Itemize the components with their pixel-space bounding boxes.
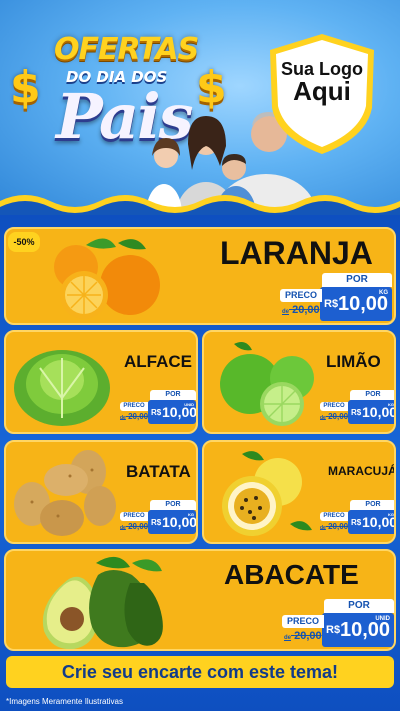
old-prefix: de	[320, 525, 326, 531]
product-name: LARANJA	[220, 235, 373, 271]
avocado-icon	[43, 556, 163, 649]
price-box: R$ 10,00 UNID	[148, 400, 196, 424]
title-ofertas: OFERTAS	[54, 32, 199, 67]
unit-label: KG	[379, 290, 388, 296]
old-price-value: 20,00	[128, 522, 149, 531]
old-price: de 20,00	[120, 412, 148, 421]
unit-label: UNID	[184, 402, 194, 407]
old-price: de 20,00	[282, 304, 320, 316]
currency: R$	[326, 624, 341, 636]
cta-banner[interactable]: Crie seu encarte com este tema!	[6, 656, 394, 688]
product-name: BATATA	[126, 462, 191, 481]
price-tag: POR R$ 10,00 KG PRECO de 20,00	[318, 390, 394, 428]
product-card-abacate[interactable]: ABACATE POR R$ 10,00 UNID PRECO de 20,00	[4, 549, 396, 651]
currency: R$	[151, 408, 162, 417]
price-tag: POR R$ 10,00 KG PRECO de 20,00	[318, 500, 394, 538]
price-box: R$ 10,00 KG	[148, 510, 196, 534]
logo-placeholder: Sua Logo Aqui	[262, 58, 382, 106]
price-box: R$ 10,00 UNID	[322, 613, 394, 647]
currency: R$	[351, 408, 362, 417]
currency: R$	[351, 518, 362, 527]
product-card-batata[interactable]: BATATA POR R$ 10,00 KG PRECO de 20,00	[4, 440, 198, 544]
product-name: LIMÃO	[326, 352, 381, 371]
price-box: R$ 10,00 KG	[348, 400, 394, 424]
old-prefix: de	[120, 525, 126, 531]
preco-label: PRECO	[320, 512, 348, 521]
price-value: 10,00	[340, 619, 391, 641]
product-card-limao[interactable]: LIMÃO POR R$ 10,00 KG PRECO de 20,00	[202, 330, 396, 434]
product-card-laranja[interactable]: LARANJA POR R$ 10,00 KG PRECO de 20,00	[4, 227, 396, 325]
old-price-value: 20,00	[294, 630, 322, 642]
price-tag: POR R$ 10,00 KG PRECO de 20,00	[118, 500, 196, 538]
passion-fruit-icon	[222, 451, 312, 536]
product-name: ABACATE	[224, 559, 359, 590]
price-tag: POR R$ 10,00 UNID PRECO de 20,00	[278, 599, 394, 649]
product-card-maracuja[interactable]: MARACUJÁ POR R$ 10,00 KG PRECO de 20,00	[202, 440, 396, 544]
product-name: ALFACE	[124, 352, 192, 371]
dollar-sign-left-icon: $	[10, 62, 41, 113]
por-label: POR	[350, 500, 394, 510]
unit-label: KG	[188, 512, 194, 517]
por-label: POR	[150, 390, 196, 400]
unit-label: KG	[388, 512, 394, 517]
header-wave-divider	[0, 195, 400, 215]
preco-label: PRECO	[120, 402, 148, 411]
price-tag: POR R$ 10,00 UNID PRECO de 20,00	[118, 390, 196, 428]
price-box: R$ 10,00 KG	[348, 510, 394, 534]
price-value: 10,00	[338, 293, 389, 315]
orange-icon	[54, 238, 160, 319]
potato-icon	[14, 450, 116, 536]
old-prefix: de	[284, 635, 292, 641]
product-name: MARACUJÁ	[328, 464, 396, 478]
old-price: de 20,00	[120, 522, 148, 531]
por-label: POR	[350, 390, 394, 400]
old-prefix: de	[320, 415, 326, 421]
old-price-value: 20,00	[328, 522, 349, 531]
currency: R$	[324, 298, 339, 310]
unit-label: UNID	[375, 616, 390, 622]
logo-line2: Aqui	[293, 76, 351, 106]
lime-icon	[220, 342, 314, 426]
old-price: de 20,00	[320, 412, 348, 421]
unit-label: KG	[388, 402, 394, 407]
preco-label: PRECO	[280, 289, 322, 302]
product-card-alface[interactable]: ALFACE POR R$ 10,00 UNID PRECO de 20,00	[4, 330, 198, 434]
old-prefix: de	[282, 309, 290, 315]
por-label: POR	[150, 500, 196, 510]
header-banner: $ $ OFERTAS DO DIA DOS Pais Sua Logo Aqu…	[0, 0, 400, 215]
por-label: POR	[322, 273, 392, 287]
footnote: *Imagens Meramente Ilustrativas	[6, 697, 123, 706]
discount-badge: -50%	[8, 232, 40, 252]
old-price: de 20,00	[320, 522, 348, 531]
preco-label: PRECO	[320, 402, 348, 411]
old-prefix: de	[120, 415, 126, 421]
old-price-value: 20,00	[128, 412, 149, 421]
preco-label: PRECO	[120, 512, 148, 521]
price-tag: POR R$ 10,00 KG PRECO de 20,00	[276, 273, 392, 323]
lettuce-icon	[14, 350, 110, 426]
currency: R$	[151, 518, 162, 527]
old-price: de 20,00	[284, 630, 322, 642]
old-price-value: 20,00	[328, 412, 349, 421]
preco-label: PRECO	[282, 615, 324, 628]
old-price-value: 20,00	[292, 304, 320, 316]
por-label: POR	[324, 599, 394, 613]
price-box: R$ 10,00 KG	[320, 287, 392, 321]
